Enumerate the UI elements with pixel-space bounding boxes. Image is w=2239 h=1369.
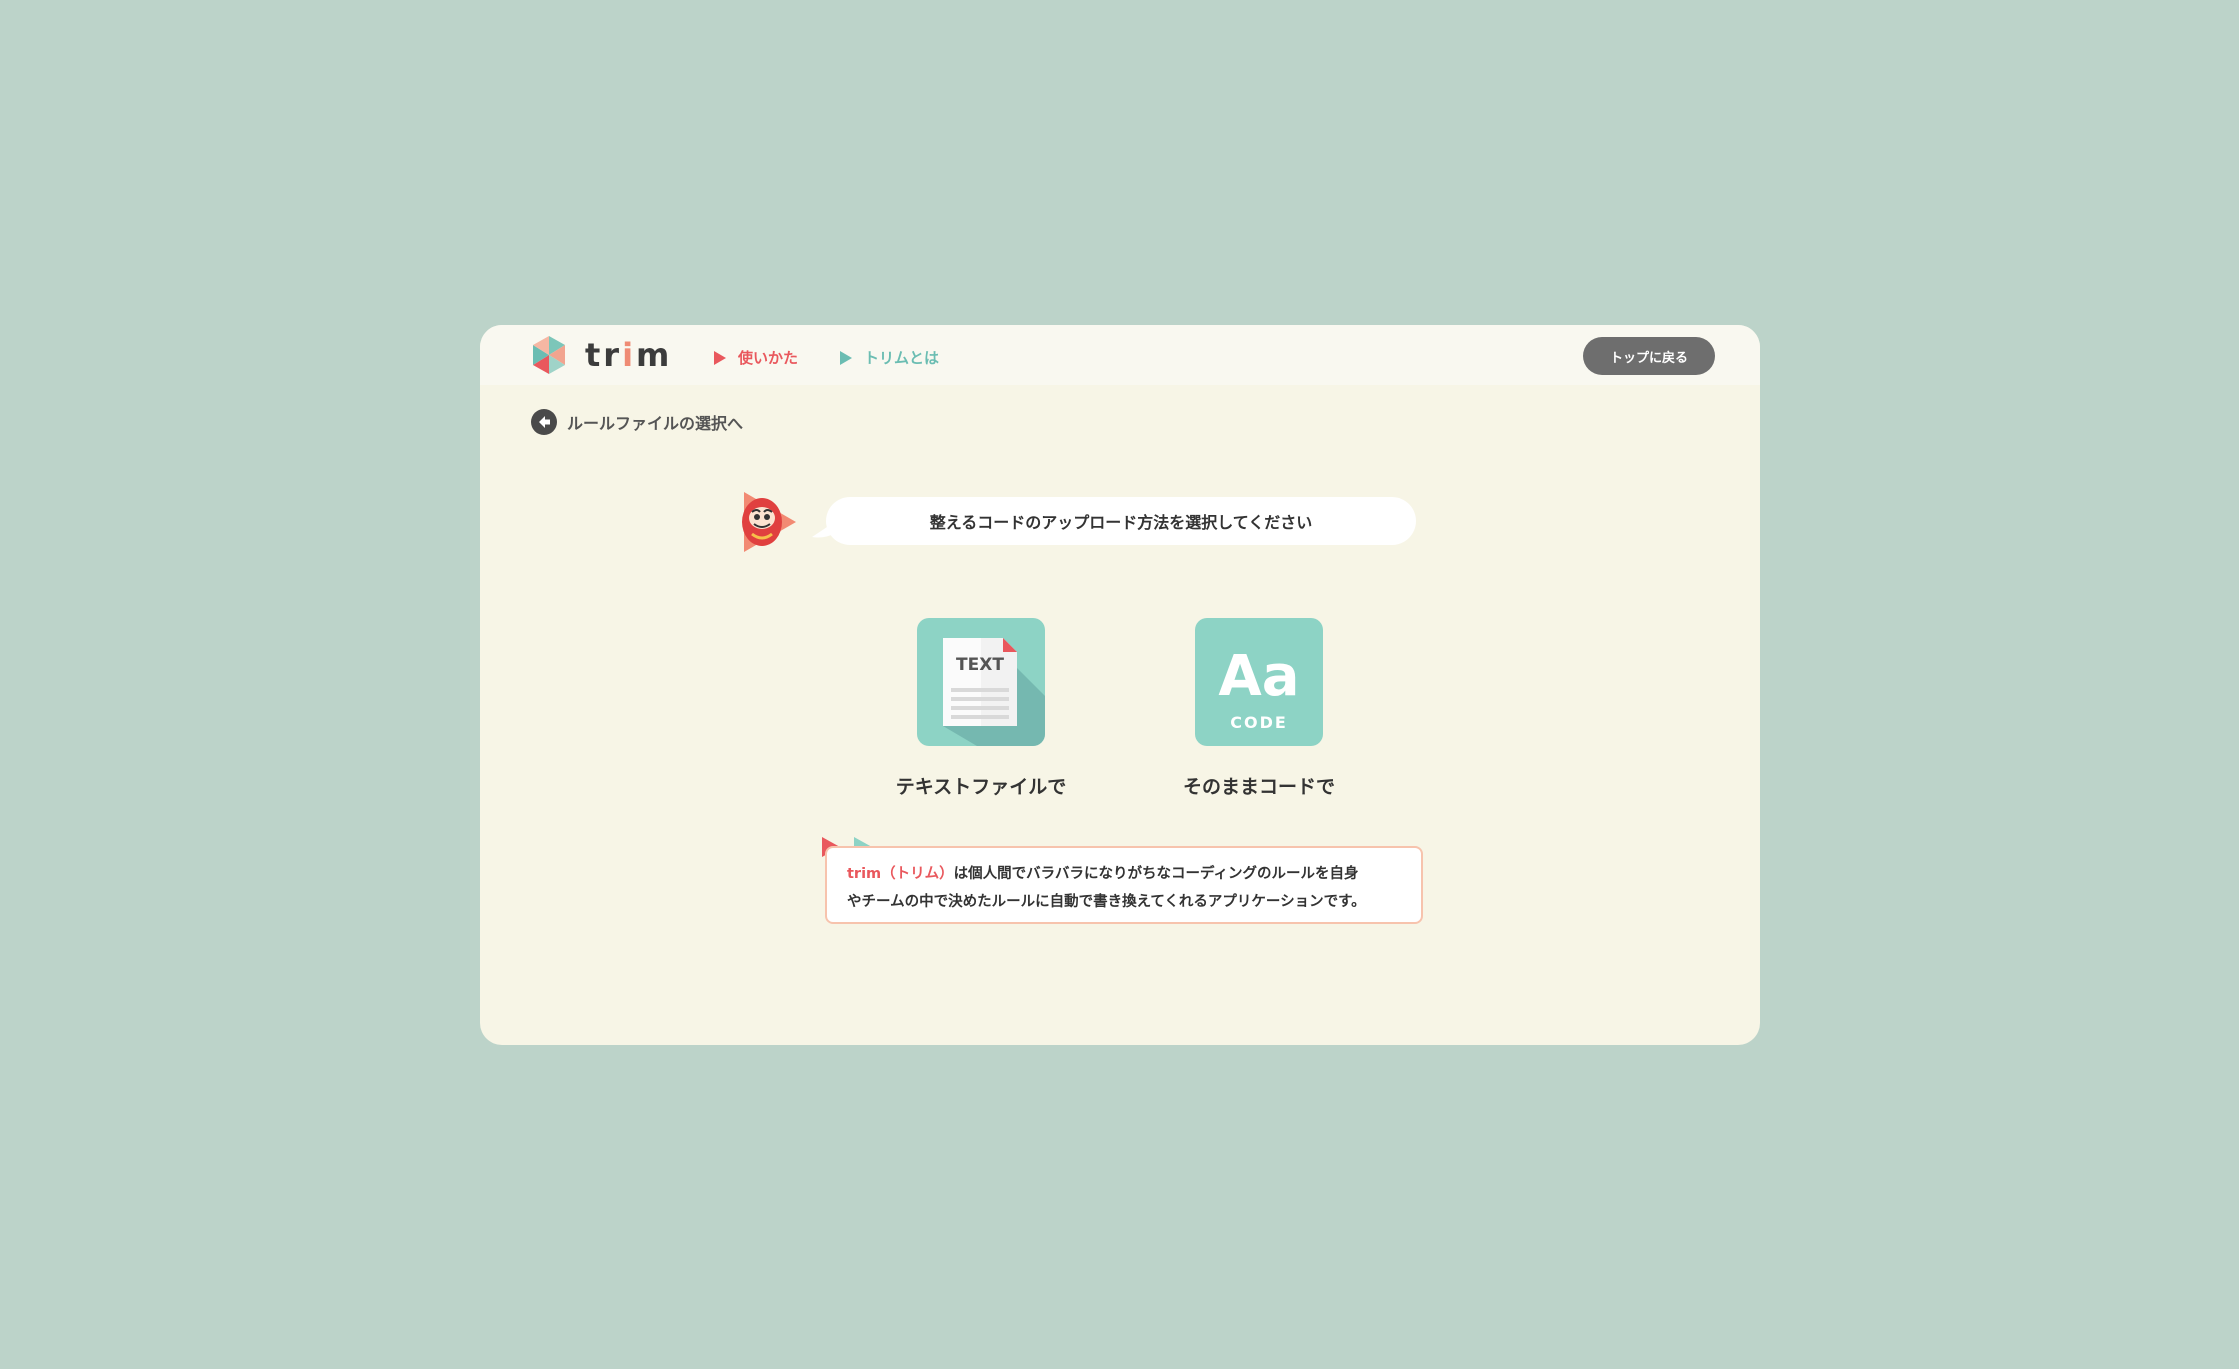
upload-text-file-option[interactable]: TEXT テキストファイルで	[881, 618, 1081, 799]
info-highlight: trim（トリム）	[847, 866, 954, 882]
back-link-label: ルールファイルの選択へ	[567, 414, 744, 433]
nav-usage-label: 使いかた	[738, 349, 799, 367]
back-to-rule-select-link[interactable]: ルールファイルの選択へ	[531, 409, 743, 435]
about-info-box: trim（トリム）は個人間でバラバラになりがちなコーディングのルールを自身 やチ…	[825, 846, 1423, 924]
logo-text: trim	[585, 336, 673, 374]
text-file-icon: TEXT	[943, 638, 1045, 746]
text-file-tile[interactable]: TEXT	[917, 618, 1045, 746]
back-to-top-button[interactable]: トップに戻る	[1583, 337, 1715, 375]
nav-about-label: トリムとは	[864, 349, 940, 367]
arrow-left-icon	[531, 409, 557, 435]
code-icon-small: CODE	[1230, 713, 1288, 732]
main-card: trim 使いかた トリムとは トップに戻る ルールファイルの選択へ 整えるコー…	[480, 325, 1760, 1045]
text-file-option-label: テキストファイルで	[895, 776, 1067, 798]
code-option-label: そのままコードで	[1182, 776, 1335, 798]
play-icon	[714, 350, 726, 365]
info-line-2: やチームの中で決めたルールに自動で書き換えてくれるアプリケーションです。	[847, 894, 1366, 910]
info-line-1-rest: は個人間でバラバラになりがちなコーディングのルールを自身	[953, 866, 1359, 882]
prompt-bubble: 整えるコードのアップロード方法を選択してください	[826, 497, 1416, 545]
text-file-icon-label: TEXT	[956, 655, 1004, 675]
code-tile[interactable]: Aa CODE	[1195, 618, 1323, 746]
logo[interactable]: trim	[529, 333, 672, 377]
code-icon: Aa CODE	[1218, 644, 1299, 732]
daruma-mascot-icon	[742, 492, 796, 552]
paste-code-option[interactable]: Aa CODE そのままコードで	[1159, 618, 1359, 799]
header: trim 使いかた トリムとは トップに戻る	[480, 325, 1760, 385]
nav-about[interactable]: トリムとは	[840, 347, 939, 368]
play-icon	[840, 350, 852, 365]
code-icon-big: Aa	[1218, 644, 1299, 709]
prompt-text: 整えるコードのアップロード方法を選択してください	[929, 513, 1313, 532]
logo-icon	[533, 336, 565, 374]
nav-usage[interactable]: 使いかた	[714, 347, 798, 368]
info-line-1: trim（トリム）は個人間でバラバラになりがちなコーディングのルールを自身	[847, 860, 1401, 888]
